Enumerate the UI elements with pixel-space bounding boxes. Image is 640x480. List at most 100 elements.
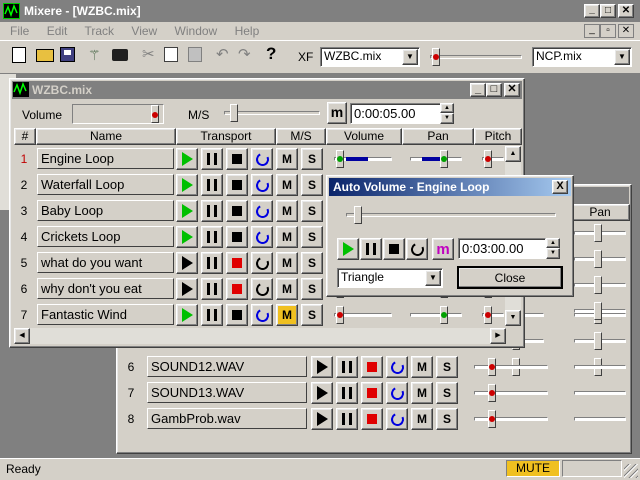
back-pan-slider[interactable]: [572, 224, 628, 242]
track-name[interactable]: Fantastic Wind: [37, 304, 174, 325]
mute-button[interactable]: M: [276, 278, 298, 300]
solo-button[interactable]: S: [301, 200, 323, 222]
open-folder-icon[interactable]: [36, 49, 54, 62]
back-pause-button[interactable]: [336, 356, 358, 378]
play-button[interactable]: [176, 174, 198, 196]
play-button[interactable]: [176, 148, 198, 170]
back-pan-slider[interactable]: [572, 302, 628, 320]
menu-view[interactable]: View: [131, 24, 157, 38]
chevron-down-icon[interactable]: ▼: [425, 270, 441, 286]
maximize-button[interactable]: □: [600, 4, 616, 18]
stop-button[interactable]: [226, 252, 248, 274]
menu-file[interactable]: File: [10, 24, 29, 38]
track-name[interactable]: Crickets Loop: [37, 226, 174, 247]
menu-window[interactable]: Window: [175, 24, 218, 38]
back-pan-slider[interactable]: [572, 384, 628, 402]
dialog-close-text-button[interactable]: Close: [457, 266, 563, 289]
back-track-name[interactable]: SOUND12.WAV: [147, 356, 307, 377]
back-track-name[interactable]: GambProb.wav: [147, 408, 307, 429]
track-name[interactable]: what do you want: [37, 252, 174, 273]
track-name[interactable]: Waterfall Loop: [37, 174, 174, 195]
dialog-time-spin-up[interactable]: ▲: [546, 238, 560, 248]
pan-slider[interactable]: [408, 150, 464, 168]
pause-button[interactable]: [201, 226, 223, 248]
pause-button[interactable]: [201, 148, 223, 170]
stop-button[interactable]: [226, 200, 248, 222]
m-button[interactable]: m: [327, 102, 347, 124]
back-volume-slider[interactable]: [472, 410, 550, 428]
pause-button[interactable]: [201, 278, 223, 300]
close-button[interactable]: ✕: [618, 4, 634, 18]
help-icon[interactable]: ?: [266, 44, 276, 64]
back-volume-slider[interactable]: [472, 384, 550, 402]
menu-edit[interactable]: Edit: [47, 24, 68, 38]
track-name[interactable]: why don't you eat: [37, 278, 174, 299]
time-spin-up[interactable]: ▲: [440, 103, 454, 113]
loop-button[interactable]: [251, 174, 273, 196]
wand-icon[interactable]: ⚚: [88, 46, 104, 64]
pause-button[interactable]: [201, 174, 223, 196]
solo-button[interactable]: S: [301, 252, 323, 274]
back-stop-button[interactable]: [361, 382, 383, 404]
volume-slider[interactable]: [332, 150, 394, 168]
loop-button[interactable]: [251, 200, 273, 222]
scroll-left-button[interactable]: ◀: [14, 328, 30, 344]
stop-button[interactable]: [226, 148, 248, 170]
loop-button[interactable]: [251, 226, 273, 248]
menu-track[interactable]: Track: [85, 24, 115, 38]
play-button[interactable]: [176, 226, 198, 248]
pitch-slider[interactable]: [480, 150, 506, 168]
scroll-up-button[interactable]: ▲: [505, 146, 521, 162]
dialog-stop-button[interactable]: [383, 238, 405, 260]
pitch-slider[interactable]: [480, 306, 506, 324]
back-solo-button[interactable]: S: [436, 382, 458, 404]
dialog-pause-button[interactable]: [360, 238, 382, 260]
stop-button[interactable]: [226, 278, 248, 300]
mute-button[interactable]: M: [276, 148, 298, 170]
scroll-right-button[interactable]: ▶: [490, 328, 506, 344]
dialog-close-button[interactable]: X: [552, 180, 568, 194]
volume-slider[interactable]: [332, 306, 394, 324]
back-pause-button[interactable]: [336, 382, 358, 404]
time-field[interactable]: 0:00:05.00: [350, 103, 442, 124]
back-pan-slider[interactable]: [572, 250, 628, 268]
mdi-close-button[interactable]: ✕: [618, 24, 634, 38]
back-volume-slider[interactable]: [472, 358, 550, 376]
back-pan-slider[interactable]: [572, 358, 628, 376]
back-mute-button[interactable]: M: [411, 356, 433, 378]
solo-button[interactable]: S: [301, 148, 323, 170]
pause-button[interactable]: [201, 200, 223, 222]
solo-button[interactable]: S: [301, 278, 323, 300]
track-name[interactable]: Engine Loop: [37, 148, 174, 169]
stop-button[interactable]: [226, 304, 248, 326]
back-play-button[interactable]: [311, 382, 333, 404]
back-pause-button[interactable]: [336, 408, 358, 430]
dialog-m-button[interactable]: m: [432, 238, 454, 260]
dialog-time-spin-down[interactable]: ▼: [546, 248, 560, 259]
stop-button[interactable]: [226, 174, 248, 196]
mdi-minimize-button[interactable]: _: [584, 24, 600, 38]
mute-button[interactable]: M: [276, 226, 298, 248]
back-loop-button[interactable]: [386, 382, 408, 404]
new-file-icon[interactable]: [12, 47, 26, 63]
track-name[interactable]: Baby Loop: [37, 200, 174, 221]
auto-volume-slider[interactable]: [344, 206, 558, 224]
loop-button[interactable]: [251, 252, 273, 274]
back-track-name[interactable]: SOUND13.WAV: [147, 382, 307, 403]
play-button[interactable]: [176, 200, 198, 222]
mix-close-button[interactable]: ✕: [504, 83, 520, 97]
pause-button[interactable]: [201, 252, 223, 274]
dialog-play-button[interactable]: [337, 238, 359, 260]
mix-select[interactable]: WZBC.mix ▼: [320, 47, 420, 67]
back-slider[interactable]: [572, 332, 628, 350]
crossfade-slider[interactable]: [428, 48, 524, 66]
back-solo-button[interactable]: S: [436, 408, 458, 430]
dialog-time-field[interactable]: 0:03:00.00: [458, 238, 546, 259]
minimize-button[interactable]: _: [584, 4, 600, 18]
back-play-button[interactable]: [311, 408, 333, 430]
play-button[interactable]: [176, 304, 198, 326]
loop-button[interactable]: [251, 278, 273, 300]
mute-button[interactable]: M: [276, 200, 298, 222]
resize-grip-icon[interactable]: [624, 464, 638, 478]
back-play-button[interactable]: [311, 356, 333, 378]
